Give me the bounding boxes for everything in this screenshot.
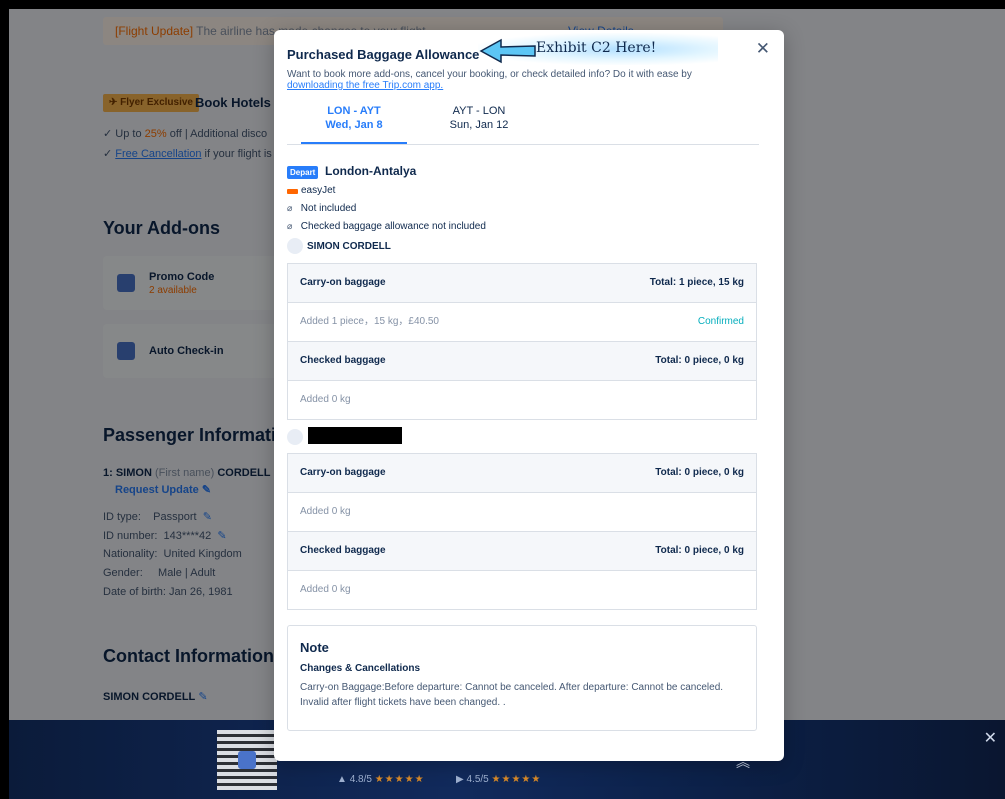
bag-off-icon: ⌀ bbox=[287, 203, 293, 213]
carry-on-status: ⌀ Not included bbox=[287, 203, 357, 214]
passenger-1-baggage-table: Carry-on baggage Total: 1 piece, 15 kg A… bbox=[287, 263, 757, 420]
ios-rating: ▲ 4.8/5 ★★★★★ bbox=[337, 774, 425, 785]
passenger-2-baggage-table: Carry-on baggage Total: 0 piece, 0 kg Ad… bbox=[287, 453, 757, 610]
table-row: Added 0 kg bbox=[288, 493, 756, 532]
table-row: Carry-on baggage Total: 0 piece, 0 kg bbox=[288, 454, 756, 493]
status-badge: Confirmed bbox=[697, 316, 744, 327]
table-row: Checked baggage Total: 0 piece, 0 kg bbox=[288, 532, 756, 571]
table-row: Checked baggage Total: 0 piece, 0 kg bbox=[288, 342, 756, 381]
passenger-1-name: SIMON CORDELL bbox=[307, 241, 391, 252]
table-row: Added 0 kg bbox=[288, 381, 756, 419]
note-text: Carry-on Baggage:Before departure: Canno… bbox=[300, 682, 724, 708]
avatar bbox=[287, 238, 303, 254]
depart-badge: Depart bbox=[287, 166, 319, 179]
tab-return[interactable]: AYT - LON Sun, Jan 12 bbox=[439, 104, 519, 132]
note-title: Note bbox=[300, 640, 329, 655]
note-subtitle: Changes & Cancellations bbox=[300, 663, 421, 674]
table-row: Added 1 piece，15 kg，£40.50 Confirmed bbox=[288, 303, 756, 342]
modal-title: Purchased Baggage Allowance bbox=[287, 47, 480, 62]
suitcase-off-icon: ⌀ bbox=[287, 221, 293, 231]
table-row: Added 0 kg bbox=[288, 571, 756, 609]
checked-status: ⌀ Checked baggage allowance not included bbox=[287, 221, 486, 232]
active-tab-indicator bbox=[301, 142, 407, 144]
close-icon[interactable]: ✕ bbox=[756, 39, 770, 59]
redacted-passenger-name bbox=[308, 427, 402, 444]
tab-outbound[interactable]: LON - AYT Wed, Jan 8 bbox=[301, 104, 407, 132]
route-name: London-Antalya bbox=[325, 164, 417, 178]
top-edge bbox=[0, 0, 1005, 9]
trip-tabs: LON - AYT Wed, Jan 8 AYT - LON Sun, Jan … bbox=[287, 104, 759, 145]
left-edge bbox=[0, 0, 9, 799]
airline-name: easyJet bbox=[301, 185, 336, 196]
avatar bbox=[287, 429, 303, 445]
note-box: Note Changes & Cancellations Carry-on Ba… bbox=[287, 625, 757, 731]
arrow-icon bbox=[479, 38, 536, 64]
close-icon[interactable]: ✕ bbox=[984, 728, 997, 748]
annotation-text: Exhibit C2 Here! bbox=[536, 40, 657, 56]
app-logo-icon bbox=[238, 751, 256, 769]
apple-icon: ▲ bbox=[337, 774, 347, 785]
play-icon: ▶ bbox=[456, 774, 464, 785]
download-app-link[interactable]: downloading the free Trip.com app. bbox=[287, 80, 443, 91]
screen: [Flight Update] The airline has made cha… bbox=[0, 0, 1005, 799]
airline-logo-icon bbox=[287, 189, 298, 194]
modal-description: Want to book more add-ons, cancel your b… bbox=[287, 69, 692, 91]
android-rating: ▶ 4.5/5 ★★★★★ bbox=[456, 774, 542, 785]
baggage-modal: Exhibit C2 Here! Purchased Baggage Allow… bbox=[274, 30, 784, 761]
table-row: Carry-on baggage Total: 1 piece, 15 kg bbox=[288, 264, 756, 303]
